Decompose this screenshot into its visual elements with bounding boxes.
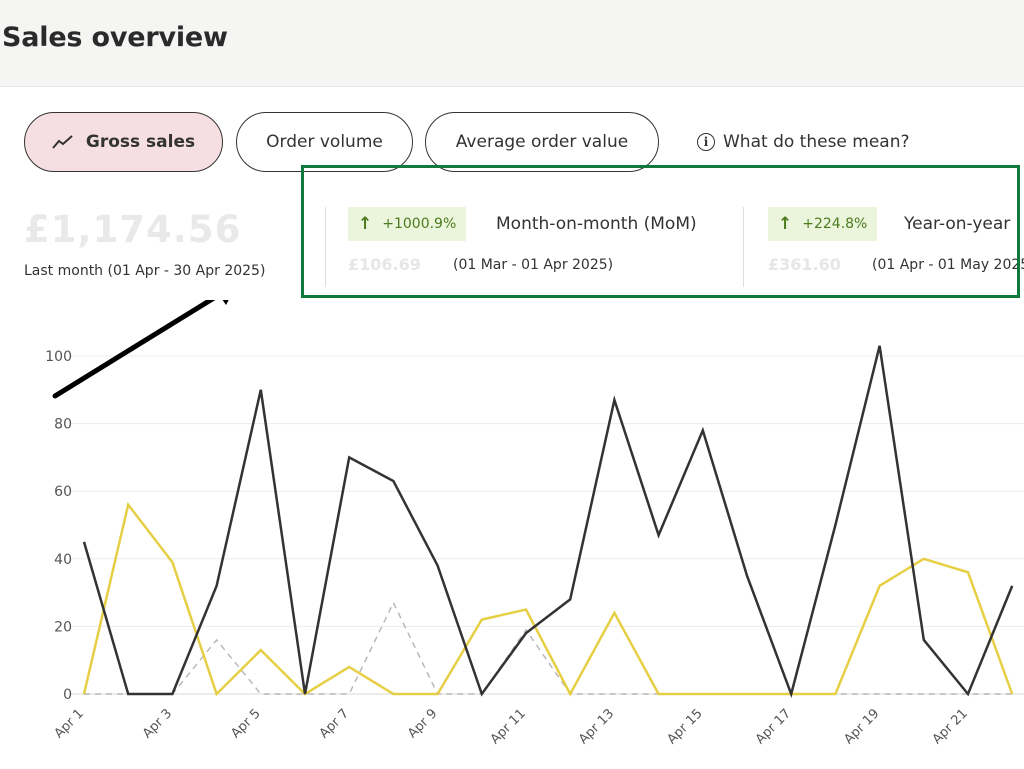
x-tick-label: Apr 9 bbox=[405, 706, 440, 741]
annotation-arrow bbox=[52, 300, 216, 399]
x-tick-label: Apr 1 bbox=[52, 706, 87, 741]
info-icon: i bbox=[697, 133, 715, 151]
y-tick-label: 40 bbox=[54, 552, 72, 568]
x-tick-label: Apr 19 bbox=[841, 706, 882, 747]
page-title: Sales overview bbox=[2, 22, 228, 53]
series-line bbox=[82, 345, 1014, 699]
y-tick-label: 100 bbox=[45, 349, 72, 365]
help-label: What do these mean? bbox=[723, 132, 910, 152]
gross-sales-value: £1,174.56 bbox=[24, 208, 242, 251]
gross-sales-chart: 0 20 40 60 80 100 Apr 1 Apr 3 Apr 5 Apr 7 Apr 9 Apr… bbox=[45, 300, 1024, 747]
x-tick-label: Apr 3 bbox=[140, 706, 175, 741]
y-tick-label: 60 bbox=[54, 484, 72, 500]
x-tick-label: Apr 15 bbox=[664, 706, 705, 747]
x-tick-label: Apr 11 bbox=[488, 706, 529, 747]
tab-label: Order volume bbox=[266, 132, 383, 152]
tab-average-order-value[interactable]: Average order value bbox=[425, 112, 659, 172]
tab-label: Gross sales bbox=[85, 132, 196, 152]
tab-gross-sales[interactable]: Gross sales bbox=[24, 112, 223, 172]
tab-order-volume[interactable]: Order volume bbox=[236, 112, 413, 172]
x-tick-label: Apr 5 bbox=[228, 706, 263, 741]
y-tick-label: 20 bbox=[54, 619, 72, 635]
page-header: Sales overview bbox=[0, 0, 1024, 84]
help-link[interactable]: i What do these mean? bbox=[697, 130, 910, 154]
annotation-arrowhead bbox=[222, 300, 229, 305]
y-tick-label: 80 bbox=[54, 417, 72, 433]
tab-label: Average order value bbox=[455, 132, 629, 152]
x-tick-label: Apr 17 bbox=[753, 706, 794, 747]
summary-period: Last month (01 Apr - 30 Apr 2025) bbox=[24, 263, 266, 279]
x-tick-label: Apr 21 bbox=[930, 706, 971, 747]
y-tick-label: 0 bbox=[63, 687, 72, 703]
series-line bbox=[82, 501, 1014, 697]
x-tick-label: Apr 7 bbox=[317, 706, 352, 741]
trend-line-icon bbox=[52, 135, 73, 149]
x-tick-label: Apr 13 bbox=[576, 706, 617, 747]
highlight-box bbox=[301, 165, 1020, 298]
